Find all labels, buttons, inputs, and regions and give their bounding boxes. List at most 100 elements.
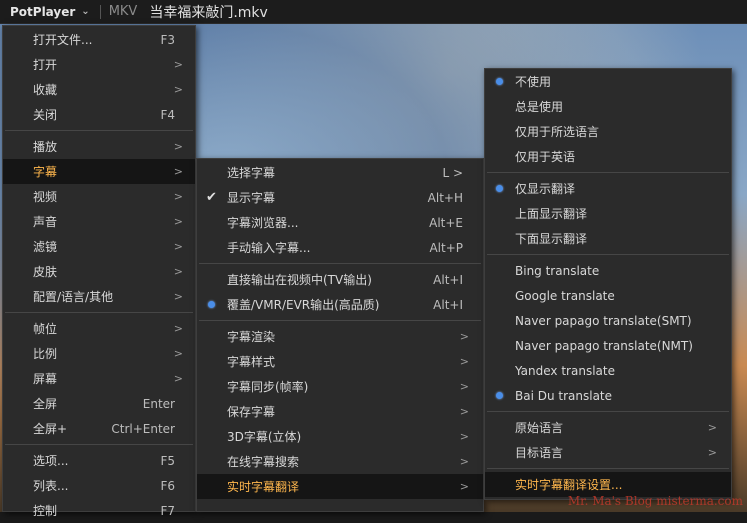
menu-item-selected-language-only[interactable]: 仅用于所选语言: [485, 119, 731, 144]
chevron-right-icon: >: [459, 355, 469, 368]
menu-label: 实时字幕翻译: [227, 480, 300, 494]
menu-item-close[interactable]: 关闭 F4: [3, 102, 195, 127]
menu-item-always-use[interactable]: 总是使用: [485, 94, 731, 119]
menu-label: 目标语言: [515, 446, 564, 460]
menu-label: 总是使用: [515, 100, 564, 114]
menu-item-translation-only[interactable]: 仅显示翻译: [485, 176, 731, 201]
menu-item-video[interactable]: 视频 >: [3, 184, 195, 209]
menu-item-fullscreen-plus[interactable]: 全屏+ Ctrl+Enter: [3, 416, 195, 441]
menu-item-subtitle-sync[interactable]: 字幕同步(帧率) >: [197, 374, 483, 399]
chevron-right-icon: >: [173, 347, 183, 360]
menu-shortcut: L >: [442, 165, 463, 180]
menu-item-show-subtitle[interactable]: ✔ 显示字幕 Alt+H: [197, 185, 483, 210]
menu-label: 帧位: [33, 322, 58, 336]
menu-label: Naver papago translate(NMT): [515, 338, 693, 353]
menu-item-realtime-translate[interactable]: 实时字幕翻译 >: [197, 474, 483, 499]
menu-label: 直接输出在视频中(TV输出): [227, 273, 372, 287]
menu-label: Google translate: [515, 288, 615, 303]
menu-item-source-language[interactable]: 原始语言 >: [485, 415, 731, 440]
menu-item-fullscreen[interactable]: 全屏 Enter: [3, 391, 195, 416]
menu-item-translation-below[interactable]: 下面显示翻译: [485, 226, 731, 251]
menu-item-filters[interactable]: 滤镜 >: [3, 234, 195, 259]
menu-item-3d-subtitle[interactable]: 3D字幕(立体) >: [197, 424, 483, 449]
menu-item-subtitle-render[interactable]: 字幕渲染 >: [197, 324, 483, 349]
menu-item-subtitles[interactable]: 字幕 >: [3, 159, 195, 184]
menu-item-bing[interactable]: Bing translate: [485, 258, 731, 283]
chevron-right-icon: >: [173, 215, 183, 228]
menu-item-not-use[interactable]: 不使用: [485, 69, 731, 94]
menu-shortcut: F7: [160, 503, 175, 518]
menu-shortcut: Ctrl+Enter: [111, 421, 175, 436]
menu-label: 打开文件...: [33, 33, 93, 47]
menu-label: 声音: [33, 215, 58, 229]
menu-divider: [487, 172, 729, 173]
menu-item-translation-above[interactable]: 上面显示翻译: [485, 201, 731, 226]
menu-label: 字幕样式: [227, 355, 276, 369]
menu-item-playlist[interactable]: 列表... F6: [3, 473, 195, 498]
menu-item-open-file[interactable]: 打开文件... F3: [3, 27, 195, 52]
menu-label: 比例: [33, 347, 58, 361]
menu-item-select-subtitle[interactable]: 选择字幕 L >: [197, 160, 483, 185]
radio-selected-icon: [494, 176, 503, 201]
menu-item-tv-output[interactable]: 直接输出在视频中(TV输出) Alt+I: [197, 267, 483, 292]
menu-item-play[interactable]: 播放 >: [3, 134, 195, 159]
radio-selected-icon: [206, 292, 215, 317]
window-title: 当幸福来敲门.mkv: [149, 4, 268, 21]
menu-divider: [199, 320, 481, 321]
main-context-menu: 打开文件... F3 打开 > 收藏 > 关闭 F4 播放 > 字幕 > 视频 > 声音 > 滤…: [2, 25, 196, 518]
menu-item-favorites[interactable]: 收藏 >: [3, 77, 195, 102]
chevron-right-icon: >: [459, 380, 469, 393]
menu-item-options[interactable]: 选项... F5: [3, 448, 195, 473]
chevron-right-icon: >: [707, 421, 717, 434]
menu-item-yandex[interactable]: Yandex translate: [485, 358, 731, 383]
menu-label: 显示字幕: [227, 191, 276, 205]
title-bar: PotPlayer ⌄ MKV 当幸福来敲门.mkv: [0, 0, 747, 24]
menu-item-save-subtitle[interactable]: 保存字幕 >: [197, 399, 483, 424]
menu-label: 在线字幕搜索: [227, 455, 300, 469]
menu-item-online-search[interactable]: 在线字幕搜索 >: [197, 449, 483, 474]
menu-item-aspect-ratio[interactable]: 比例 >: [3, 341, 195, 366]
menu-item-overlay-output[interactable]: 覆盖/VMR/EVR输出(高品质) Alt+I: [197, 292, 483, 317]
menu-item-subtitle-browser[interactable]: 字幕浏览器... Alt+E: [197, 210, 483, 235]
menu-item-papago-nmt[interactable]: Naver papago translate(NMT): [485, 333, 731, 358]
menu-item-manual-input[interactable]: 手动输入字幕... Alt+P: [197, 235, 483, 260]
chevron-right-icon: >: [173, 290, 183, 303]
menu-label: 保存字幕: [227, 405, 276, 419]
menu-item-config-language[interactable]: 配置/语言/其他 >: [3, 284, 195, 309]
chevron-right-icon: >: [173, 165, 183, 178]
menu-divider: [5, 130, 193, 131]
menu-label: Yandex translate: [515, 363, 615, 378]
menu-label: 下面显示翻译: [515, 232, 588, 246]
menu-item-open[interactable]: 打开 >: [3, 52, 195, 77]
menu-label: 仅显示翻译: [515, 182, 576, 196]
menu-label: 不使用: [515, 75, 552, 89]
menu-item-frame[interactable]: 帧位 >: [3, 316, 195, 341]
menu-item-audio[interactable]: 声音 >: [3, 209, 195, 234]
menu-label: 覆盖/VMR/EVR输出(高品质): [227, 298, 380, 312]
menu-item-baidu[interactable]: Bai Du translate: [485, 383, 731, 408]
chevron-right-icon: >: [707, 446, 717, 459]
menu-item-subtitle-style[interactable]: 字幕样式 >: [197, 349, 483, 374]
menu-item-papago-smt[interactable]: Naver papago translate(SMT): [485, 308, 731, 333]
menu-label: 选项...: [33, 454, 69, 468]
menu-item-english-only[interactable]: 仅用于英语: [485, 144, 731, 169]
menu-label: 列表...: [33, 479, 69, 493]
radio-selected-icon: [494, 69, 503, 94]
menu-label: 视频: [33, 190, 58, 204]
menu-item-control[interactable]: 控制 F7: [3, 498, 195, 523]
menu-label: 字幕同步(帧率): [227, 380, 309, 394]
chevron-right-icon: >: [459, 430, 469, 443]
potplayer-menu-button[interactable]: PotPlayer ⌄: [10, 5, 90, 19]
menu-item-skins[interactable]: 皮肤 >: [3, 259, 195, 284]
chevron-right-icon: >: [459, 455, 469, 468]
menu-divider: [5, 444, 193, 445]
menu-shortcut: F5: [160, 453, 175, 468]
menu-item-screen[interactable]: 屏幕 >: [3, 366, 195, 391]
menu-shortcut: Alt+I: [433, 272, 463, 287]
title-divider: [99, 4, 101, 19]
menu-label: 选择字幕: [227, 166, 276, 180]
menu-item-google[interactable]: Google translate: [485, 283, 731, 308]
menu-label: 关闭: [33, 108, 58, 122]
menu-label: 字幕: [33, 165, 58, 179]
menu-item-target-language[interactable]: 目标语言 >: [485, 440, 731, 465]
